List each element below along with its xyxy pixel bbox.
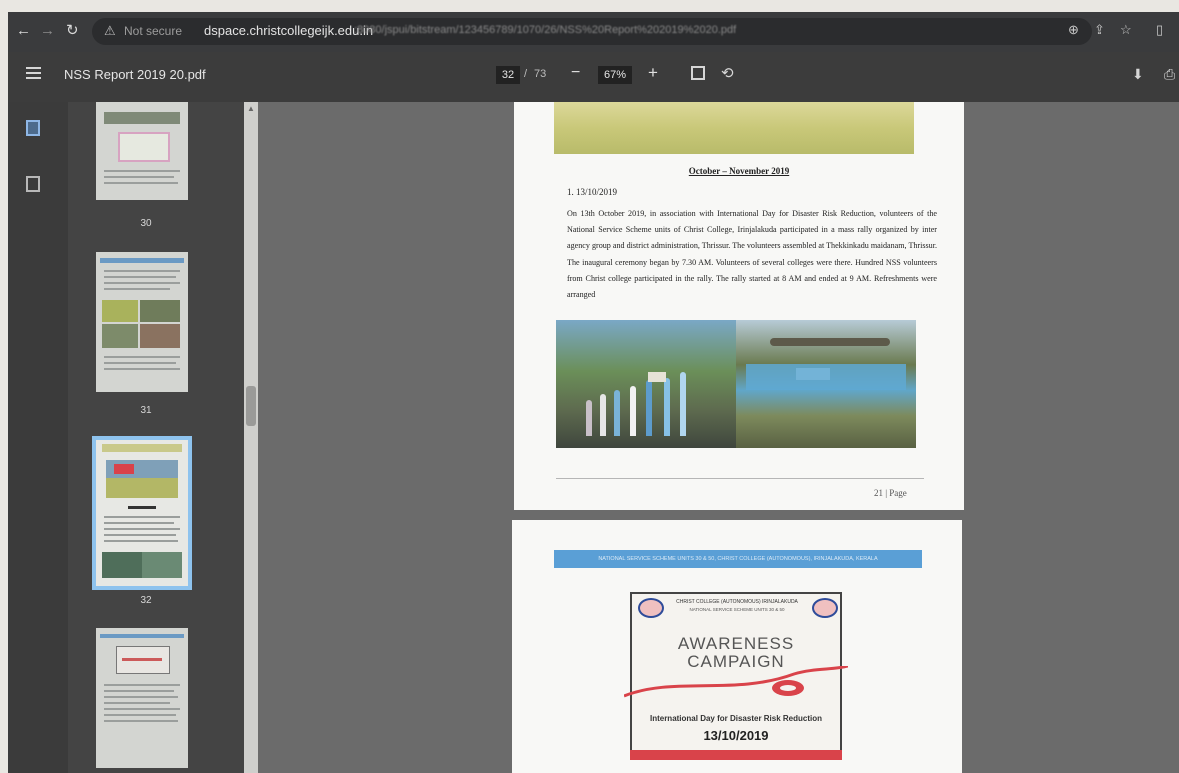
reload-icon[interactable]: ↻ [66,22,79,40]
star-icon[interactable]: ☆ [1120,22,1132,38]
document-outline-icon[interactable] [26,176,40,192]
poster-date: 13/10/2019 [703,728,769,743]
pdf-toolbar: NSS Report 2019 20.pdf 32 / 73 − 67% + ⟲… [8,52,1179,102]
college-emblem-icon [638,598,664,618]
event-description: On 13th October 2019, in association wit… [567,209,937,300]
page-thumbnail-30[interactable] [96,102,188,200]
back-icon[interactable]: ← [16,22,31,40]
pdf-page-32: October – November 2019 1. 13/10/2019 On… [514,102,964,510]
print-icon[interactable]: ⎙ [1164,66,1175,83]
rally-photo-left [556,320,736,448]
footer-rule [556,478,924,479]
browser-window: ← → ↻ ⚠ Not secure dspace.christcollegei… [8,12,1179,773]
fit-to-page-icon[interactable] [691,66,705,80]
page-thumbnail-32[interactable] [96,440,188,586]
zoom-level-input[interactable]: 67% [598,66,632,84]
nss-banner: NATIONAL SERVICE SCHEME UNITS 30 & 50, C… [554,550,922,568]
document-viewer[interactable]: October – November 2019 1. 13/10/2019 On… [258,102,1179,773]
nss-emblem-icon [812,598,838,618]
sidebar-rail [8,102,68,773]
ribbon-graphic [624,666,848,698]
scrollbar[interactable]: ▲ [244,102,258,773]
zoom-out-button[interactable]: − [571,64,580,82]
poster-subtitle: International Day for Disaster Risk Redu… [649,714,823,723]
side-panel-icon[interactable]: ▯ [1156,22,1163,38]
document-title: NSS Report 2019 20.pdf [64,67,206,82]
url-path: :8080/jspui/bitstream/123456789/1070/26/… [354,24,737,36]
section-heading: October – November 2019 [688,166,790,176]
menu-icon[interactable] [26,67,41,79]
zoom-icon[interactable]: ⊕ [1068,22,1079,38]
thumbnail-label: 31 [140,405,152,416]
field-photo [554,102,914,154]
page-separator: / [524,68,528,80]
event-date: 1. 13/10/2019 [567,187,618,197]
warning-icon[interactable]: ⚠ [104,23,116,39]
pdf-page-33: NATIONAL SERVICE SCHEME UNITS 30 & 50, C… [512,520,962,773]
thumbnail-label: 30 [140,218,152,229]
thumbnail-label: 32 [140,595,152,606]
page-thumbnail-33[interactable] [96,628,188,768]
download-icon[interactable]: ⬇ [1132,66,1144,83]
share-icon[interactable]: ⇪ [1094,22,1105,38]
rotate-icon[interactable]: ⟲ [721,64,734,82]
scroll-up-icon[interactable]: ▲ [247,104,255,113]
page-thumbnail-31[interactable] [96,252,188,392]
campaign-poster: CHRIST COLLEGE (AUTONOMOUS) IRINJALAKUDA… [624,592,848,760]
poster-nss-name: NATIONAL SERVICE SCHEME UNITS 30 & 50 [689,607,785,612]
zoom-in-button[interactable]: + [648,63,658,83]
page-number-input[interactable]: 32 [496,66,520,84]
poster-college-name: CHRIST COLLEGE (AUTONOMOUS) IRINJALAKUDA [676,599,798,605]
poster-title-line1: AWARENESS [677,634,795,653]
scrollbar-thumb[interactable] [246,386,256,426]
security-label: Not secure [124,24,183,38]
thumbnail-view-icon[interactable] [26,120,40,136]
poster-footer-bar [630,750,842,760]
url-field[interactable]: ⚠ Not secure dspace.christcollegeijk.edu… [92,18,1092,45]
url-domain: dspace.christcollegeijk.edu.in [204,23,374,38]
address-bar: ← → ↻ ⚠ Not secure dspace.christcollegei… [8,12,1179,52]
forward-icon[interactable]: → [40,22,55,40]
thumbnail-sidebar: 30 31 32 [68,102,244,773]
rally-photo-right [736,320,916,448]
page-footer: 21 | Page [874,488,907,498]
page-total: 73 [534,68,547,80]
